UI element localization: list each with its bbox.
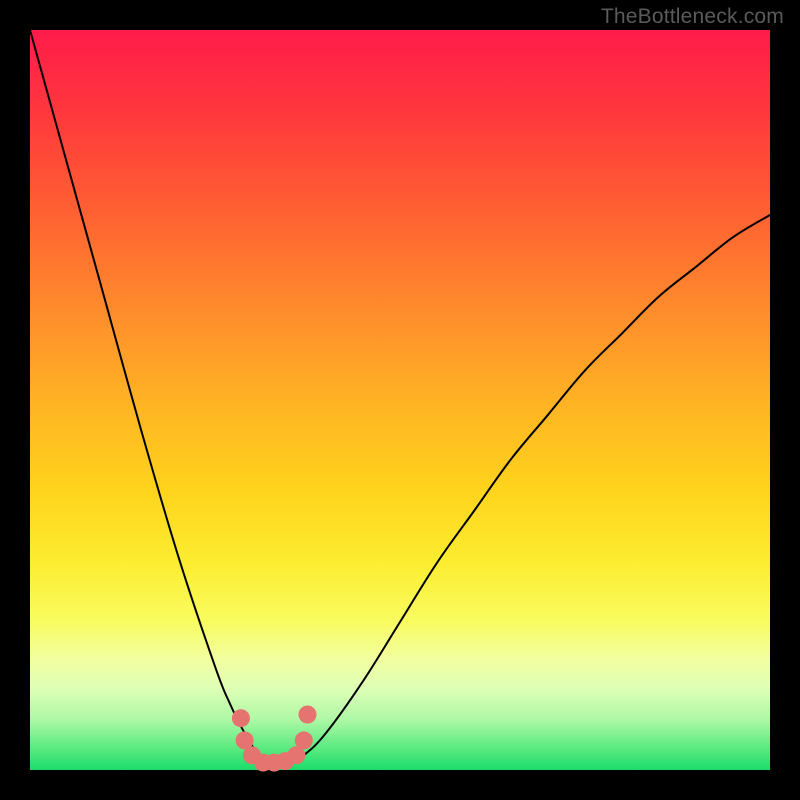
watermark-text: TheBottleneck.com bbox=[601, 5, 784, 29]
bottleneck-curve bbox=[30, 30, 770, 764]
bottleneck-curve-path bbox=[30, 30, 770, 764]
chart-frame: TheBottleneck.com bbox=[0, 0, 800, 800]
curve-marker bbox=[232, 709, 250, 727]
curve-markers bbox=[232, 706, 317, 772]
chart-plot-area bbox=[30, 30, 770, 770]
curve-marker bbox=[295, 731, 313, 749]
curve-marker bbox=[299, 706, 317, 724]
